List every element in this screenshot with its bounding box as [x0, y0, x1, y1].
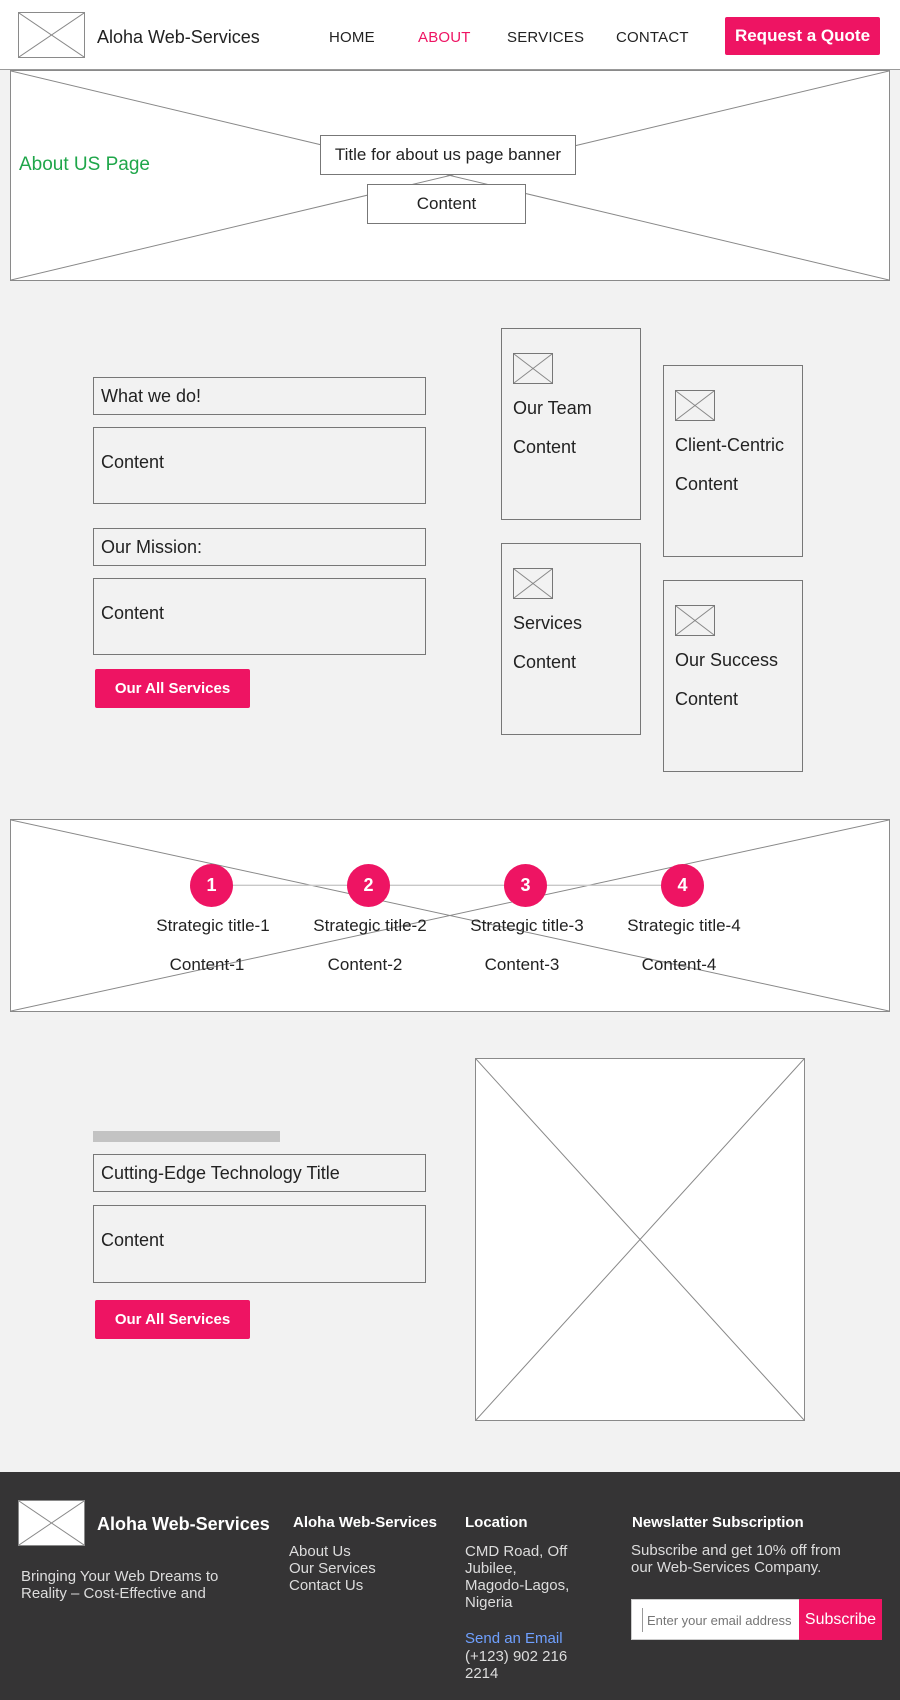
footer-link-contact[interactable]: Contact Us — [289, 1577, 376, 1594]
step-content: Content-2 — [327, 955, 403, 974]
step-title: Strategic title-3 — [470, 916, 584, 935]
send-email-link[interactable]: Send an Email — [465, 1630, 563, 1647]
image-placeholder-icon — [675, 390, 715, 421]
footer-links-title: Aloha Web-Services — [293, 1514, 437, 1531]
step-number-badge: 2 — [347, 864, 390, 907]
footer-tagline: Bringing Your Web Dreams to Reality – Co… — [21, 1568, 219, 1602]
footer-links: About Us Our Services Contact Us — [289, 1543, 376, 1594]
nav-contact[interactable]: CONTACT — [616, 29, 689, 46]
image-placeholder-icon — [675, 605, 715, 636]
tech-content: Content — [93, 1205, 426, 1283]
step-title: Strategic title-4 — [627, 916, 741, 935]
feature-title: Services — [513, 613, 583, 633]
what-we-do-content: Content — [93, 427, 426, 504]
newsletter-title: Newslatter Subscription — [632, 1514, 804, 1531]
newsletter-form: Subscribe — [631, 1599, 882, 1640]
newsletter-email-input[interactable] — [642, 1608, 792, 1632]
request-quote-button[interactable]: Request a Quote — [725, 17, 880, 55]
feature-title: Client-Centric — [675, 435, 785, 455]
footer-link-services[interactable]: Our Services — [289, 1560, 376, 1577]
footer-address: CMD Road, Off Jubilee, Magodo-Lagos, Nig… — [465, 1543, 570, 1611]
site-header: Aloha Web-Services HOME ABOUT SERVICES C… — [0, 0, 900, 70]
what-we-do-title: What we do! — [93, 377, 426, 415]
tech-image-placeholder — [475, 1058, 805, 1421]
feature-card-client-centric[interactable]: Client-Centric Content — [663, 365, 803, 557]
footer-logo-placeholder[interactable] — [18, 1500, 85, 1546]
tech-services-button[interactable]: Our All Services — [95, 1300, 250, 1339]
feature-title: Our Success — [675, 650, 779, 670]
step-number-badge: 4 — [661, 864, 704, 907]
feature-card-services[interactable]: Services Content — [501, 543, 641, 735]
nav-about[interactable]: ABOUT — [418, 29, 471, 46]
banner-title: Title for about us page banner — [320, 135, 576, 175]
mission-title: Our Mission: — [93, 528, 426, 566]
feature-content: Content — [675, 474, 739, 494]
feature-content: Content — [675, 689, 739, 709]
footer-phone: (+123) 902 216 2214 — [465, 1648, 568, 1682]
feature-content: Content — [513, 652, 577, 672]
site-footer: Aloha Web-Services Bringing Your Web Dre… — [0, 1472, 900, 1700]
subscribe-button[interactable]: Subscribe — [799, 1599, 882, 1640]
step-number-badge: 3 — [504, 864, 547, 907]
nav-services[interactable]: SERVICES — [507, 29, 584, 46]
logo-placeholder[interactable] — [18, 12, 85, 58]
brand-name[interactable]: Aloha Web-Services — [97, 27, 260, 48]
feature-content: Content — [513, 437, 577, 457]
feature-card-our-success[interactable]: Our Success Content — [663, 580, 803, 772]
step-content: Content-4 — [641, 955, 717, 974]
step-number-badge: 1 — [190, 864, 233, 907]
footer-link-about[interactable]: About Us — [289, 1543, 376, 1560]
banner-content: Content — [367, 184, 526, 224]
feature-title: Our Team — [513, 398, 592, 418]
our-all-services-button[interactable]: Our All Services — [95, 669, 250, 708]
newsletter-text: Subscribe and get 10% off from our Web-S… — [631, 1542, 841, 1576]
feature-card-our-team[interactable]: Our Team Content — [501, 328, 641, 520]
step-content: Content-1 — [169, 955, 245, 974]
step-content: Content-3 — [484, 955, 560, 974]
mission-content: Content — [93, 578, 426, 655]
page-label: About US Page — [19, 154, 150, 175]
footer-brand: Aloha Web-Services — [97, 1514, 270, 1534]
step-title: Strategic title-2 — [313, 916, 427, 935]
section-accent-bar — [93, 1131, 280, 1142]
image-placeholder-icon — [513, 353, 553, 384]
image-placeholder-icon — [513, 568, 553, 599]
step-title: Strategic title-1 — [156, 916, 270, 935]
footer-location-title: Location — [465, 1514, 528, 1531]
nav-home[interactable]: HOME — [329, 29, 375, 46]
tech-title: Cutting-Edge Technology Title — [93, 1154, 426, 1192]
